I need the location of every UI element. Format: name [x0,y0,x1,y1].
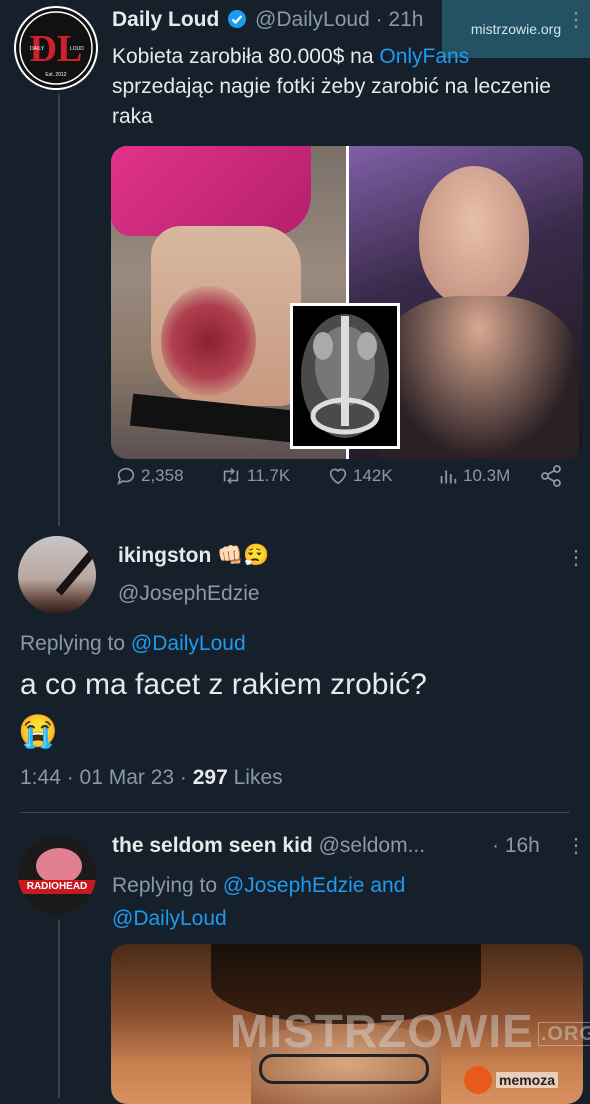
tweet1-text: Kobieta zarobiła 80.000$ na OnlyFans spr… [112,42,572,132]
watermark-bottom-org: .ORG [537,1022,590,1047]
daily-loud-logo: DL DAILY LOUD Est. 2012 [16,8,96,88]
woman-shoulders [379,296,579,459]
author-name[interactable]: Daily Loud [112,8,219,31]
more-options-icon[interactable]: ⋮ [566,10,586,30]
ct-scan-inset [290,303,400,449]
svg-text:DAILY: DAILY [30,46,45,52]
author-emoji: 👊🏻😮‍💨 [217,544,270,567]
author-handle-3[interactable]: @seldom... [319,834,426,857]
memoza-badge: memoza [464,1066,559,1094]
tweet2-text: a co ma facet z rakiem zrobić? [20,668,427,701]
replying-to-link[interactable]: @DailyLoud [131,632,246,655]
thread-line-1 [58,94,60,526]
replying-line-3: Replying to @JosephEdzie and @DailyLoud [112,869,552,935]
like-button[interactable]: 142K [327,465,393,487]
memoza-text: memoza [496,1072,559,1088]
views-count: 10.3M [463,466,511,485]
avatar-dark-branch [55,544,96,596]
more-options-icon-3[interactable]: ⋮ [566,836,586,856]
reply-icon [117,467,135,485]
likes-count-2: 297 [192,766,228,789]
avatar-red-band: RADIOHEAD [18,880,96,894]
views-icon [440,470,457,484]
tweet3-header: the seldom seen kid @seldom... [112,834,425,858]
thread-line-3 [58,920,60,1098]
replying-to-link-3b[interactable]: @DailyLoud [112,907,227,930]
heart-icon [329,468,347,485]
woman-head [419,166,529,306]
watermark-bottom-text: MISTRZOWIE [230,1005,534,1057]
svg-text:Est. 2012: Est. 2012 [45,72,66,78]
svg-text:LOUD: LOUD [70,46,84,52]
reply-count: 2,358 [141,466,184,485]
share-icon [541,465,561,487]
avatar-pink-shape [36,848,82,884]
more-options-icon-2[interactable]: ⋮ [566,548,586,568]
tweet2-meta: 1:44 · 01 Mar 23 · 297 Likes [20,766,283,790]
replying-line-2: Replying to @DailyLoud [20,632,246,656]
crying-emoji: 😭 [18,713,58,749]
replying-and: and [364,874,406,897]
replying-to-link-3a[interactable]: @JosephEdzie [223,874,365,897]
divider [20,812,570,813]
replying-prefix: Replying to [20,632,131,655]
ikingston-avatar[interactable] [18,536,96,614]
author-handle-2[interactable]: @JosephEdzie [118,582,260,606]
likes-label-2[interactable]: Likes [228,766,283,789]
tweet2-header: ikingston 👊🏻😮‍💨 [118,544,269,568]
retweet-button[interactable]: 11.7K [219,465,290,487]
watermark-top-text: mistrzowie.org [470,21,562,37]
memoza-logo-icon [464,1066,492,1094]
tweet1-media[interactable] [111,146,583,459]
reply-button[interactable]: 2,358 [115,465,184,487]
share-button[interactable] [539,464,563,488]
tweet2-timestamp: 1:44 · 01 Mar 23 · [20,766,193,789]
views-button[interactable]: 10.3M [437,465,510,487]
author-name-3[interactable]: the seldom seen kid [112,834,313,857]
watermark-bottom: MISTRZOWIE .ORG [230,1004,590,1058]
retweet-icon [223,468,239,484]
like-count: 142K [353,466,393,485]
pink-shirt [111,146,311,236]
onlyfans-link[interactable]: OnlyFans [379,45,469,68]
author-name-2[interactable]: ikingston [118,544,211,567]
radiohead-text: RADIOHEAD [26,881,88,892]
retweet-count: 11.7K [247,466,291,485]
verified-badge-icon [227,9,247,35]
author-handle[interactable]: @DailyLoud [255,8,370,31]
ct-scan-graphic [301,314,389,438]
daily-loud-avatar[interactable]: DL DAILY LOUD Est. 2012 [14,6,98,90]
tweet-time[interactable]: · 21h [376,8,424,31]
seldom-avatar[interactable]: RADIOHEAD [18,836,96,914]
tweet1-text-part: Kobieta zarobiła 80.000$ na [112,45,380,68]
tweet1-text-part2: sprzedając nagie fotki żeby zarobić na l… [112,75,551,128]
replying-prefix-3: Replying to [112,874,223,897]
tweet3-time[interactable]: · 16h [492,834,540,858]
glasses-shape [259,1054,429,1084]
bruise [161,286,256,396]
tweet1-header: Daily Loud @DailyLoud · 21h [112,8,423,35]
